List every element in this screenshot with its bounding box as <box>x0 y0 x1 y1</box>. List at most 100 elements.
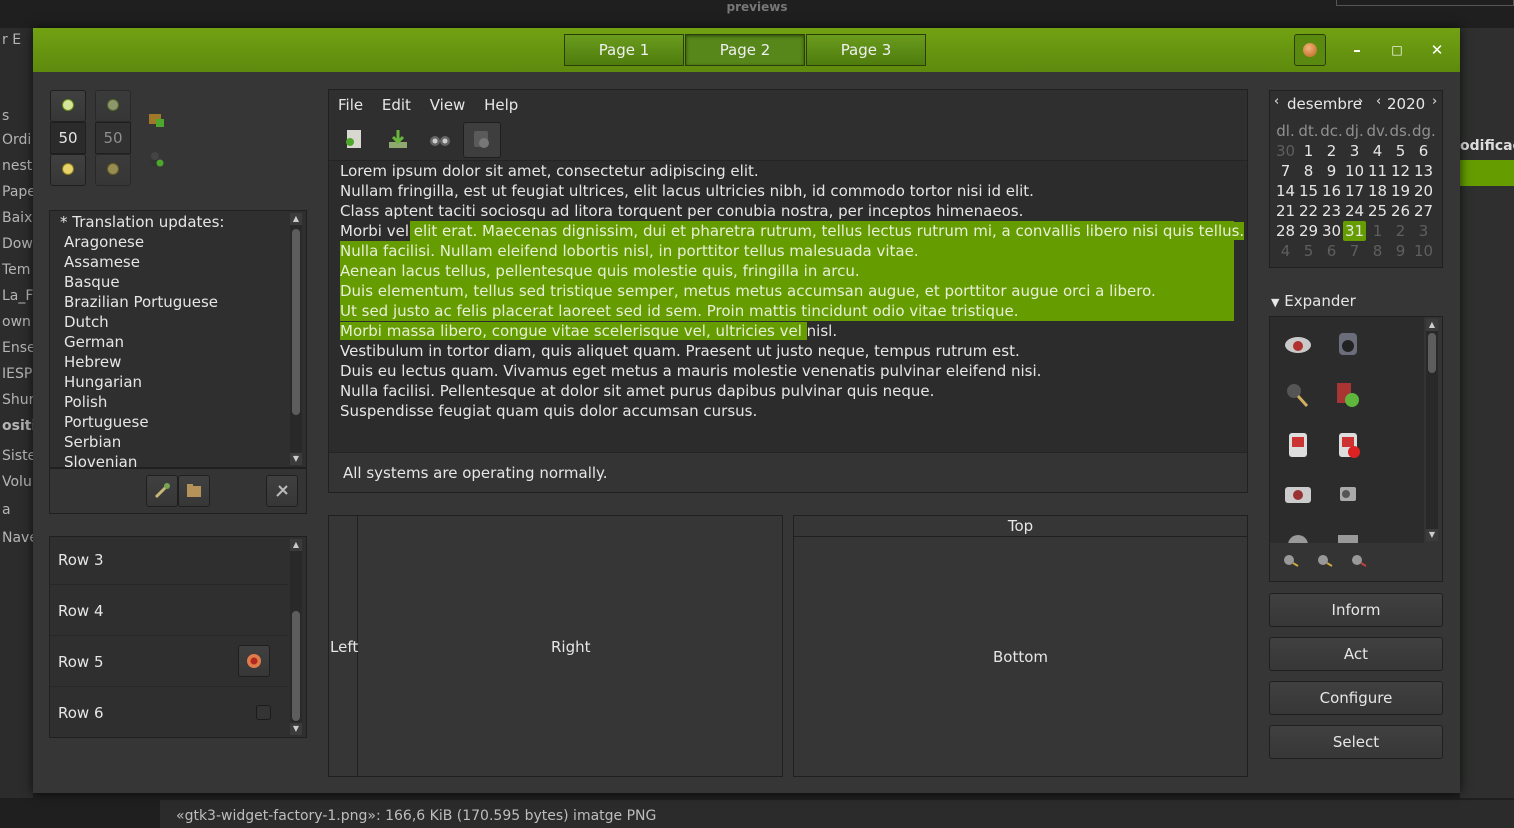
calendar-day[interactable]: 29 <box>1297 221 1320 241</box>
calendar-day[interactable]: 7 <box>1274 161 1297 181</box>
folder-button[interactable] <box>178 475 210 507</box>
scroll-thumb[interactable] <box>292 229 300 415</box>
calendar-day[interactable]: 18 <box>1366 181 1389 201</box>
memory-card-check-icon[interactable] <box>1282 429 1314 461</box>
contact-add-icon[interactable] <box>1332 379 1364 411</box>
list-item[interactable]: Aragonese <box>64 233 144 251</box>
microphone-icon[interactable] <box>1282 379 1314 411</box>
calendar-day[interactable]: 25 <box>1366 201 1389 221</box>
scroll-down-arrow[interactable]: ▼ <box>290 723 302 735</box>
media-icon[interactable] <box>1282 529 1314 543</box>
calendar-day[interactable]: 21 <box>1274 201 1297 221</box>
list-item[interactable]: Basque <box>64 273 120 291</box>
calendar-day[interactable]: 22 <box>1297 201 1320 221</box>
calendar-day[interactable]: 1 <box>1297 141 1320 161</box>
spin-value-2[interactable]: 50 <box>95 122 131 154</box>
calendar-day[interactable]: 19 <box>1389 181 1412 201</box>
text-view[interactable]: Lorem ipsum dolor sit amet, consectetur … <box>329 160 1247 452</box>
scroll-down-arrow[interactable]: ▼ <box>1426 529 1438 541</box>
calendar-day[interactable]: 5 <box>1389 141 1412 161</box>
list-item[interactable]: Dutch <box>64 313 109 331</box>
calendar-day[interactable]: 9 <box>1389 241 1412 261</box>
calendar-day[interactable]: 9 <box>1320 161 1343 181</box>
scroll-up-arrow[interactable]: ▲ <box>290 213 302 225</box>
calendar-day[interactable]: 14 <box>1274 181 1297 201</box>
device-icon[interactable] <box>1332 529 1364 543</box>
phone-icon[interactable] <box>1282 329 1314 361</box>
list-item[interactable]: Serbian <box>64 433 121 451</box>
list-item[interactable]: Portuguese <box>64 413 149 431</box>
list-scrollbar[interactable]: ▲ ▼ <box>290 213 302 465</box>
calendar-day[interactable]: 2 <box>1320 141 1343 161</box>
list-item[interactable]: Hebrew <box>64 353 121 371</box>
zoom-fit-icon[interactable] <box>1316 551 1334 569</box>
calendar-day[interactable]: 10 <box>1412 241 1435 261</box>
menu-view[interactable]: View <box>430 96 466 114</box>
rows-scrollbar[interactable]: ▲ ▼ <box>290 539 302 735</box>
photo-camera-icon[interactable] <box>1282 479 1314 511</box>
list-item[interactable]: Polish <box>64 393 107 411</box>
calendar-day[interactable]: 28 <box>1274 221 1297 241</box>
scroll-thumb[interactable] <box>292 611 300 721</box>
calendar-day[interactable]: 13 <box>1412 161 1435 181</box>
calendar-day[interactable]: 8 <box>1366 241 1389 261</box>
next-year-icon[interactable]: › <box>1432 94 1437 109</box>
video-camera-icon[interactable] <box>1332 479 1364 511</box>
list-item[interactable]: Brazilian Portuguese <box>64 293 218 311</box>
calendar-day[interactable]: 26 <box>1389 201 1412 221</box>
calendar-day[interactable]: 27 <box>1412 201 1435 221</box>
calendar-day[interactable]: 23 <box>1320 201 1343 221</box>
minimize-button[interactable]: – <box>1345 38 1369 62</box>
calendar-day[interactable]: 4 <box>1274 241 1297 261</box>
next-month-icon[interactable]: › <box>1358 94 1363 109</box>
calendar-day[interactable]: 6 <box>1320 241 1343 261</box>
maximize-button[interactable]: □ <box>1385 38 1409 62</box>
list-row[interactable]: Row 6 <box>50 688 288 738</box>
calendar-day[interactable]: 30 <box>1274 141 1297 161</box>
calendar-day[interactable]: 11 <box>1366 161 1389 181</box>
inform-button[interactable]: Inform <box>1269 593 1443 627</box>
calendar-day[interactable]: 15 <box>1297 181 1320 201</box>
settings-button[interactable] <box>266 475 298 507</box>
scroll-down-arrow[interactable]: ▼ <box>290 453 302 465</box>
calendar-day[interactable]: 31 <box>1343 221 1366 241</box>
list-row[interactable]: Row 4 <box>50 586 288 636</box>
tab-page-3[interactable]: Page 3 <box>806 34 926 66</box>
menu-edit[interactable]: Edit <box>382 96 411 114</box>
spin-increment-button-1[interactable] <box>50 90 86 122</box>
new-document-button[interactable] <box>339 124 371 156</box>
download-button[interactable] <box>383 124 415 156</box>
calendar-day[interactable]: 24 <box>1343 201 1366 221</box>
scroll-up-arrow[interactable]: ▲ <box>290 539 302 551</box>
calendar-day[interactable]: 1 <box>1366 221 1389 241</box>
calendar-day[interactable]: 17 <box>1343 181 1366 201</box>
camera-icon[interactable] <box>1332 329 1364 361</box>
stop-button[interactable] <box>463 122 501 158</box>
scroll-thumb[interactable] <box>1428 333 1436 373</box>
calendar-day[interactable]: 4 <box>1366 141 1389 161</box>
calendar-day[interactable]: 6 <box>1412 141 1435 161</box>
spin-increment-button-2[interactable] <box>95 90 131 122</box>
list-row[interactable]: Row 3 <box>50 537 288 585</box>
gear-menu-button[interactable] <box>1294 34 1326 66</box>
configure-button[interactable]: Configure <box>1269 681 1443 715</box>
spin-value-1[interactable]: 50 <box>50 122 86 154</box>
calendar-day[interactable]: 2 <box>1389 221 1412 241</box>
calendar-day[interactable]: 8 <box>1297 161 1320 181</box>
spin-decrement-button-1[interactable] <box>50 154 86 186</box>
icon-view-scrollbar[interactable]: ▲ ▼ <box>1426 319 1438 541</box>
zoom-in-icon[interactable] <box>1282 551 1300 569</box>
calendar-day[interactable]: 20 <box>1412 181 1435 201</box>
calendar-day[interactable]: 12 <box>1389 161 1412 181</box>
prev-month-icon[interactable]: ‹ <box>1274 94 1279 109</box>
act-button[interactable]: Act <box>1269 637 1443 671</box>
calendar-day[interactable]: 3 <box>1412 221 1435 241</box>
list-item[interactable]: German <box>64 333 124 351</box>
menu-file[interactable]: File <box>338 96 363 114</box>
calendar-day[interactable]: 5 <box>1297 241 1320 261</box>
spin-decrement-button-2[interactable] <box>95 154 131 186</box>
memory-card-remove-icon[interactable] <box>1332 429 1364 461</box>
list-item[interactable]: Hungarian <box>64 373 142 391</box>
menu-help[interactable]: Help <box>484 96 518 114</box>
calendar-day[interactable]: 10 <box>1343 161 1366 181</box>
